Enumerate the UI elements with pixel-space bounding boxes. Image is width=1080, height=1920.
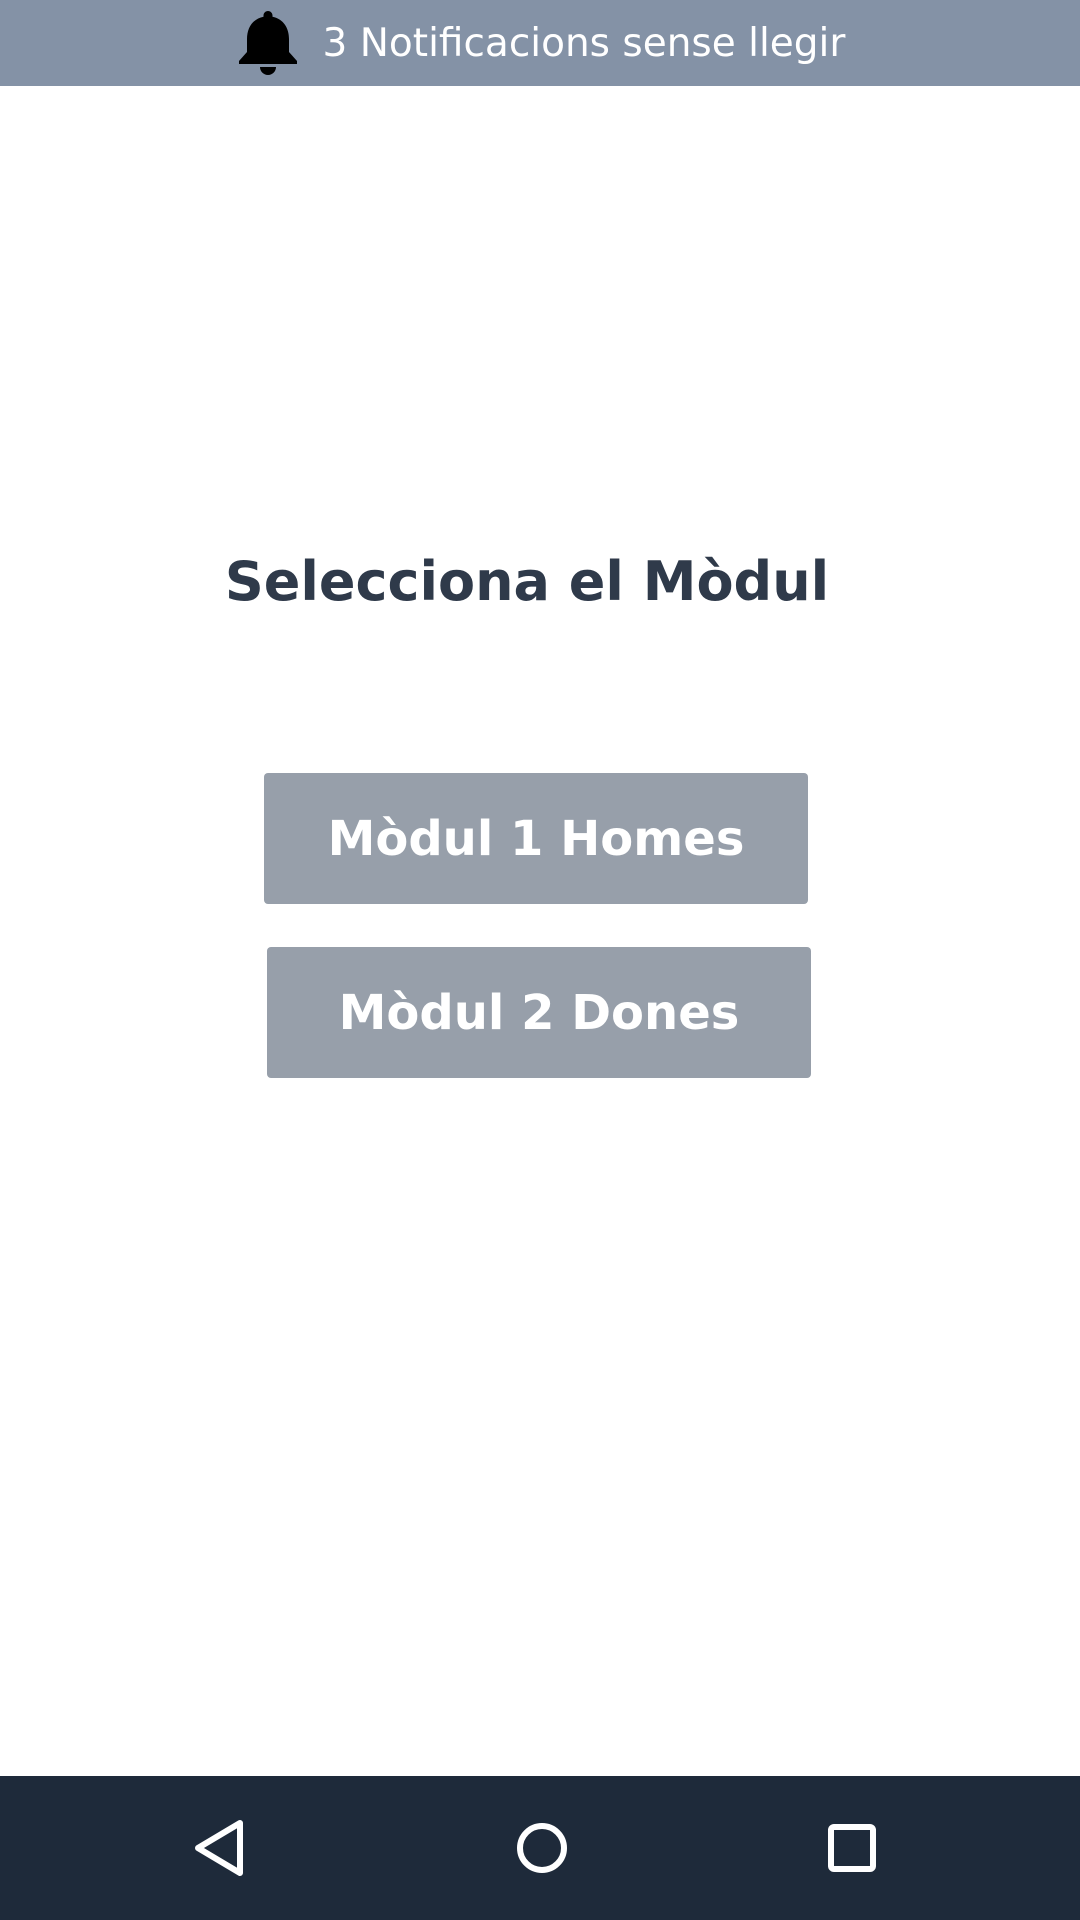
back-triangle-icon: [195, 1820, 243, 1876]
module-1-button[interactable]: Mòdul 1 Homes: [264, 773, 808, 904]
app-screen: 3 Notificacions sense llegir Selecciona …: [0, 0, 1080, 1920]
notification-bar[interactable]: 3 Notificacions sense llegir: [0, 0, 1080, 86]
recents-square-icon: [828, 1824, 876, 1872]
module-2-button[interactable]: Mòdul 2 Dones: [267, 947, 811, 1078]
notification-text: 3 Notificacions sense llegir: [322, 20, 846, 66]
home-circle-icon: [517, 1823, 567, 1873]
notification-content[interactable]: 3 Notificacions sense llegir: [235, 9, 846, 77]
system-navigation-bar: [0, 1776, 1080, 1920]
back-button[interactable]: [138, 1776, 298, 1920]
bell-icon: [238, 11, 297, 75]
home-button[interactable]: [462, 1776, 622, 1920]
recents-button[interactable]: [772, 1776, 932, 1920]
page-title: Selecciona el Mòdul: [224, 550, 830, 613]
